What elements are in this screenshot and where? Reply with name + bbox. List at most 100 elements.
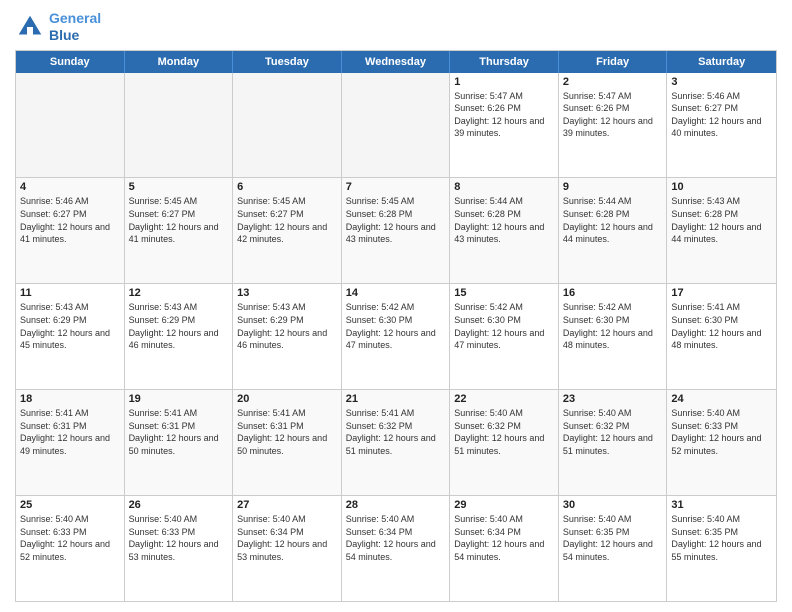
- day-info: Sunrise: 5:46 AM Sunset: 6:27 PM Dayligh…: [20, 195, 120, 245]
- calendar-cell: 17Sunrise: 5:41 AM Sunset: 6:30 PM Dayli…: [667, 284, 776, 389]
- day-info: Sunrise: 5:43 AM Sunset: 6:29 PM Dayligh…: [129, 301, 229, 351]
- calendar-cell: 14 Sunrise: 5:42 AM Sunset: 6:30 PM Dayli…: [342, 284, 451, 389]
- calendar-cell: 5 Sunrise: 5:45 AM Sunset: 6:27 PM Daylig…: [125, 178, 234, 283]
- day-number: 18: [20, 393, 120, 405]
- logo-text: General Blue: [49, 10, 101, 44]
- day-info: Sunrise: 5:40 AM Sunset: 6:34 PM Dayligh…: [454, 513, 554, 563]
- day-info: Sunrise: 5:40 AM Sunset: 6:34 PM Dayligh…: [346, 513, 446, 563]
- calendar-cell: 25Sunrise: 5:40 AM Sunset: 6:33 PM Dayli…: [16, 496, 125, 601]
- day-number: 5: [129, 181, 229, 193]
- calendar-cell: 20 Sunrise: 5:41 AM Sunset: 6:31 PM Dayli…: [233, 390, 342, 495]
- calendar-cell: 16Sunrise: 5:42 AM Sunset: 6:30 PM Dayli…: [559, 284, 668, 389]
- weekday-header-friday: Friday: [559, 51, 668, 73]
- day-number: 27: [237, 499, 337, 511]
- calendar-cell: 28 Sunrise: 5:40 AM Sunset: 6:34 PM Dayli…: [342, 496, 451, 601]
- day-info: Sunrise: 5:40 AM Sunset: 6:35 PM Dayligh…: [563, 513, 663, 563]
- weekday-header-tuesday: Tuesday: [233, 51, 342, 73]
- weekday-header-sunday: Sunday: [16, 51, 125, 73]
- calendar-cell: 10 Sunrise: 5:43 AM Sunset: 6:28 PM Dayli…: [667, 178, 776, 283]
- day-number: 21: [346, 393, 446, 405]
- day-number: 12: [129, 287, 229, 299]
- calendar-cell: 24 Sunrise: 5:40 AM Sunset: 6:33 PM Dayli…: [667, 390, 776, 495]
- calendar-row-1: 1 Sunrise: 5:47 AM Sunset: 6:26 PM Daylig…: [16, 73, 776, 178]
- calendar-cell: 29Sunrise: 5:40 AM Sunset: 6:34 PM Dayli…: [450, 496, 559, 601]
- day-info: Sunrise: 5:40 AM Sunset: 6:33 PM Dayligh…: [20, 513, 120, 563]
- day-number: 1: [454, 76, 554, 88]
- page: General Blue SundayMondayTuesdayWednesda…: [0, 0, 792, 612]
- day-info: Sunrise: 5:41 AM Sunset: 6:31 PM Dayligh…: [129, 407, 229, 457]
- day-info: Sunrise: 5:45 AM Sunset: 6:27 PM Dayligh…: [129, 195, 229, 245]
- day-info: Sunrise: 5:41 AM Sunset: 6:32 PM Dayligh…: [346, 407, 446, 457]
- day-info: Sunrise: 5:43 AM Sunset: 6:28 PM Dayligh…: [671, 195, 772, 245]
- day-number: 6: [237, 181, 337, 193]
- day-number: 30: [563, 499, 663, 511]
- day-number: 22: [454, 393, 554, 405]
- calendar-cell: 3Sunrise: 5:46 AM Sunset: 6:27 PM Daylig…: [667, 73, 776, 178]
- calendar-cell: 18 Sunrise: 5:41 AM Sunset: 6:31 PM Dayli…: [16, 390, 125, 495]
- day-info: Sunrise: 5:43 AM Sunset: 6:29 PM Dayligh…: [20, 301, 120, 351]
- calendar-cell: 15Sunrise: 5:42 AM Sunset: 6:30 PM Dayli…: [450, 284, 559, 389]
- weekday-header-thursday: Thursday: [450, 51, 559, 73]
- calendar-cell: 19Sunrise: 5:41 AM Sunset: 6:31 PM Dayli…: [125, 390, 234, 495]
- day-number: 24: [671, 393, 772, 405]
- calendar-row-2: 4Sunrise: 5:46 AM Sunset: 6:27 PM Daylig…: [16, 177, 776, 283]
- day-number: 7: [346, 181, 446, 193]
- calendar-cell: 23 Sunrise: 5:40 AM Sunset: 6:32 PM Dayli…: [559, 390, 668, 495]
- day-info: Sunrise: 5:40 AM Sunset: 6:35 PM Dayligh…: [671, 513, 772, 563]
- day-number: 16: [563, 287, 663, 299]
- day-info: Sunrise: 5:44 AM Sunset: 6:28 PM Dayligh…: [563, 195, 663, 245]
- calendar-cell: 11 Sunrise: 5:43 AM Sunset: 6:29 PM Dayli…: [16, 284, 125, 389]
- day-info: Sunrise: 5:40 AM Sunset: 6:32 PM Dayligh…: [454, 407, 554, 457]
- day-number: 14: [346, 287, 446, 299]
- calendar-cell: 13Sunrise: 5:43 AM Sunset: 6:29 PM Dayli…: [233, 284, 342, 389]
- logo-icon: [15, 12, 45, 42]
- weekday-header-wednesday: Wednesday: [342, 51, 451, 73]
- day-info: Sunrise: 5:40 AM Sunset: 6:33 PM Dayligh…: [129, 513, 229, 563]
- header: General Blue: [15, 10, 777, 44]
- calendar-cell: 9 Sunrise: 5:44 AM Sunset: 6:28 PM Daylig…: [559, 178, 668, 283]
- day-info: Sunrise: 5:45 AM Sunset: 6:28 PM Dayligh…: [346, 195, 446, 245]
- day-number: 17: [671, 287, 772, 299]
- calendar-cell: 27 Sunrise: 5:40 AM Sunset: 6:34 PM Dayli…: [233, 496, 342, 601]
- day-info: Sunrise: 5:40 AM Sunset: 6:34 PM Dayligh…: [237, 513, 337, 563]
- calendar-cell: 4Sunrise: 5:46 AM Sunset: 6:27 PM Daylig…: [16, 178, 125, 283]
- calendar-cell: [16, 73, 125, 178]
- day-number: 31: [671, 499, 772, 511]
- calendar-header: SundayMondayTuesdayWednesdayThursdayFrid…: [16, 51, 776, 73]
- calendar-cell: 22 Sunrise: 5:40 AM Sunset: 6:32 PM Dayli…: [450, 390, 559, 495]
- day-number: 9: [563, 181, 663, 193]
- calendar-cell: [125, 73, 234, 178]
- day-info: Sunrise: 5:41 AM Sunset: 6:31 PM Dayligh…: [20, 407, 120, 457]
- calendar-cell: 12 Sunrise: 5:43 AM Sunset: 6:29 PM Dayli…: [125, 284, 234, 389]
- calendar-body: 1 Sunrise: 5:47 AM Sunset: 6:26 PM Daylig…: [16, 73, 776, 601]
- day-number: 8: [454, 181, 554, 193]
- calendar-cell: 2 Sunrise: 5:47 AM Sunset: 6:26 PM Daylig…: [559, 73, 668, 178]
- day-number: 23: [563, 393, 663, 405]
- weekday-header-saturday: Saturday: [667, 51, 776, 73]
- calendar-cell: 6Sunrise: 5:45 AM Sunset: 6:27 PM Daylig…: [233, 178, 342, 283]
- calendar-cell: 8 Sunrise: 5:44 AM Sunset: 6:28 PM Daylig…: [450, 178, 559, 283]
- day-info: Sunrise: 5:40 AM Sunset: 6:32 PM Dayligh…: [563, 407, 663, 457]
- day-number: 28: [346, 499, 446, 511]
- day-info: Sunrise: 5:47 AM Sunset: 6:26 PM Dayligh…: [563, 90, 663, 140]
- day-info: Sunrise: 5:47 AM Sunset: 6:26 PM Dayligh…: [454, 90, 554, 140]
- calendar-cell: 26 Sunrise: 5:40 AM Sunset: 6:33 PM Dayli…: [125, 496, 234, 601]
- day-info: Sunrise: 5:46 AM Sunset: 6:27 PM Dayligh…: [671, 90, 772, 140]
- calendar-cell: 7 Sunrise: 5:45 AM Sunset: 6:28 PM Daylig…: [342, 178, 451, 283]
- day-number: 10: [671, 181, 772, 193]
- calendar-row-3: 11 Sunrise: 5:43 AM Sunset: 6:29 PM Dayli…: [16, 283, 776, 389]
- day-info: Sunrise: 5:41 AM Sunset: 6:31 PM Dayligh…: [237, 407, 337, 457]
- day-number: 20: [237, 393, 337, 405]
- calendar-cell: 1 Sunrise: 5:47 AM Sunset: 6:26 PM Daylig…: [450, 73, 559, 178]
- day-info: Sunrise: 5:43 AM Sunset: 6:29 PM Dayligh…: [237, 301, 337, 351]
- day-number: 26: [129, 499, 229, 511]
- day-info: Sunrise: 5:44 AM Sunset: 6:28 PM Dayligh…: [454, 195, 554, 245]
- calendar-cell: 21 Sunrise: 5:41 AM Sunset: 6:32 PM Dayli…: [342, 390, 451, 495]
- calendar: SundayMondayTuesdayWednesdayThursdayFrid…: [15, 50, 777, 602]
- calendar-cell: 30 Sunrise: 5:40 AM Sunset: 6:35 PM Dayli…: [559, 496, 668, 601]
- day-number: 2: [563, 76, 663, 88]
- day-number: 11: [20, 287, 120, 299]
- day-info: Sunrise: 5:42 AM Sunset: 6:30 PM Dayligh…: [346, 301, 446, 351]
- day-info: Sunrise: 5:40 AM Sunset: 6:33 PM Dayligh…: [671, 407, 772, 457]
- calendar-cell: [342, 73, 451, 178]
